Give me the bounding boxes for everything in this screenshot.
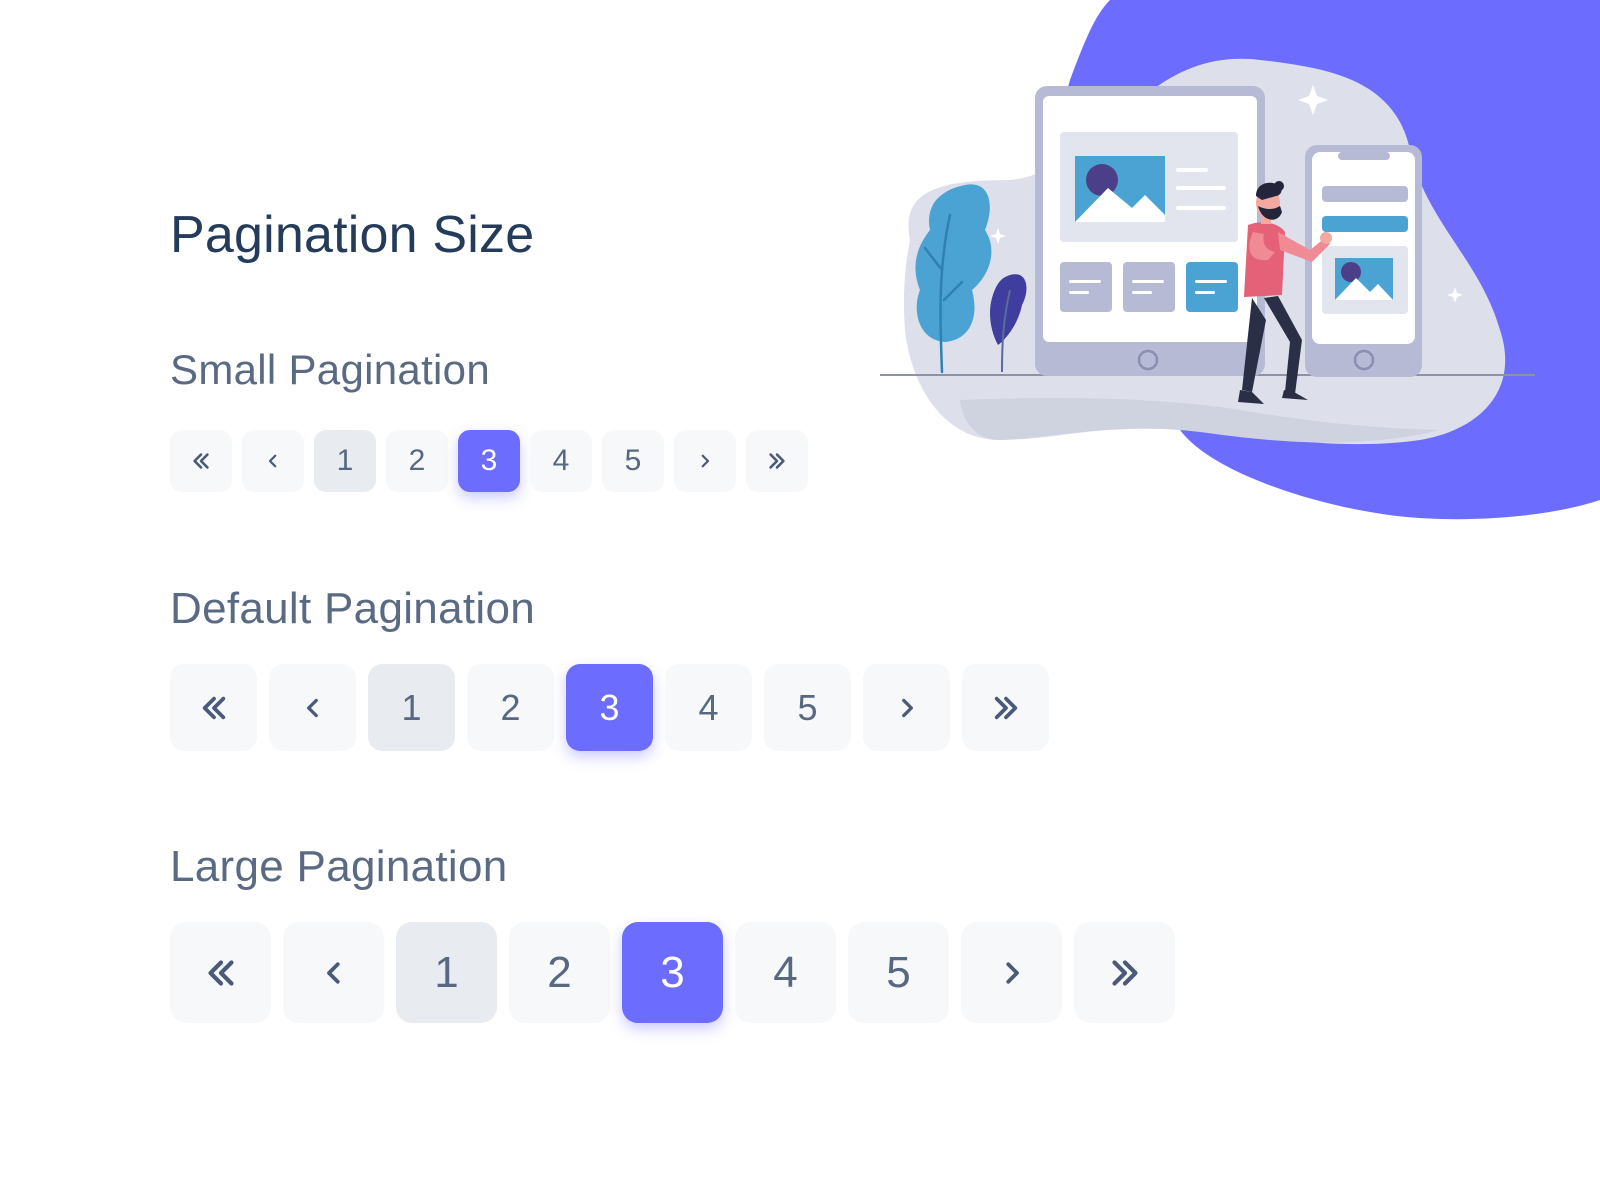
small-pagination: 1 2 3 4 5 xyxy=(170,430,808,492)
first-page-button[interactable] xyxy=(170,430,232,492)
double-chevron-left-icon xyxy=(198,692,230,724)
page-button-2[interactable]: 2 xyxy=(386,430,448,492)
page-button-5[interactable]: 5 xyxy=(764,664,851,751)
last-page-button[interactable] xyxy=(746,430,808,492)
double-chevron-right-icon xyxy=(1107,955,1143,991)
double-chevron-right-icon xyxy=(990,692,1022,724)
page-title: Pagination Size xyxy=(170,206,535,264)
page-button-3[interactable]: 3 xyxy=(622,922,723,1023)
double-chevron-right-icon xyxy=(766,450,788,472)
double-chevron-left-icon xyxy=(190,450,212,472)
chevron-right-icon xyxy=(696,452,714,470)
chevron-left-icon xyxy=(264,452,282,470)
page: Pagination Size Small Pagination 1 2 3 4… xyxy=(0,0,1600,1200)
prev-page-button[interactable] xyxy=(242,430,304,492)
chevron-left-icon xyxy=(300,695,326,721)
chevron-left-icon xyxy=(319,958,349,988)
first-page-button[interactable] xyxy=(170,664,257,751)
next-page-button[interactable] xyxy=(674,430,736,492)
page-button-1[interactable]: 1 xyxy=(314,430,376,492)
chevron-right-icon xyxy=(997,958,1027,988)
large-pagination: 1 2 3 4 5 xyxy=(170,922,1175,1023)
page-button-4[interactable]: 4 xyxy=(735,922,836,1023)
page-button-2[interactable]: 2 xyxy=(509,922,610,1023)
page-button-1[interactable]: 1 xyxy=(396,922,497,1023)
default-pagination-title: Default Pagination xyxy=(170,584,535,633)
page-button-4[interactable]: 4 xyxy=(530,430,592,492)
last-page-button[interactable] xyxy=(1074,922,1175,1023)
page-button-3[interactable]: 3 xyxy=(566,664,653,751)
chevron-right-icon xyxy=(894,695,920,721)
prev-page-button[interactable] xyxy=(283,922,384,1023)
page-button-5[interactable]: 5 xyxy=(602,430,664,492)
page-button-2[interactable]: 2 xyxy=(467,664,554,751)
page-button-3[interactable]: 3 xyxy=(458,430,520,492)
next-page-button[interactable] xyxy=(863,664,950,751)
next-page-button[interactable] xyxy=(961,922,1062,1023)
page-button-5[interactable]: 5 xyxy=(848,922,949,1023)
large-pagination-title: Large Pagination xyxy=(170,842,508,891)
last-page-button[interactable] xyxy=(962,664,1049,751)
devices-illustration xyxy=(880,0,1600,520)
double-chevron-left-icon xyxy=(203,955,239,991)
default-pagination: 1 2 3 4 5 xyxy=(170,664,1049,751)
page-button-4[interactable]: 4 xyxy=(665,664,752,751)
first-page-button[interactable] xyxy=(170,922,271,1023)
page-button-1[interactable]: 1 xyxy=(368,664,455,751)
prev-page-button[interactable] xyxy=(269,664,356,751)
small-pagination-title: Small Pagination xyxy=(170,346,490,393)
